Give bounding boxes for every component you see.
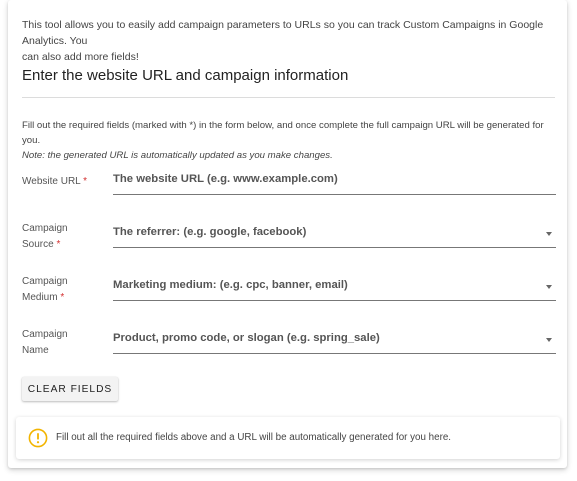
clear-fields-button[interactable]: CLEAR FIELDS [22, 377, 118, 401]
campaign-medium-label: Campaign Medium * [22, 276, 68, 303]
form-instructions: Fill out the required fields (marked wit… [22, 118, 562, 163]
campaign-name-label: Campaign Name [22, 329, 68, 356]
campaign-source-placeholder: The referrer: (e.g. google, facebook) [113, 226, 307, 238]
warning-circle-icon [28, 428, 48, 448]
instructions-text: Fill out the required fields (marked wit… [22, 120, 544, 146]
website-url-input[interactable]: The website URL (e.g. www.example.com) [113, 169, 556, 195]
campaign-source-label: Campaign Source * [22, 223, 68, 250]
alert-message: Fill out all the required fields above a… [56, 432, 451, 443]
intro-text: This tool allows you to easily add campa… [22, 17, 550, 65]
campaign-name-placeholder: Product, promo code, or slogan (e.g. spr… [113, 332, 380, 344]
generated-url-alert: Fill out all the required fields above a… [16, 417, 560, 459]
required-marker: * [83, 176, 88, 187]
section-heading: Enter the website URL and campaign infor… [22, 67, 349, 84]
dropdown-arrow-icon[interactable] [546, 232, 552, 236]
website-url-label: Website URL * [22, 176, 88, 187]
dropdown-arrow-icon[interactable] [546, 338, 552, 342]
campaign-source-combobox[interactable]: The referrer: (e.g. google, facebook) [113, 222, 556, 248]
campaign-medium-placeholder: Marketing medium: (e.g. cpc, banner, ema… [113, 279, 348, 291]
campaign-url-builder-card: This tool allows you to easily add campa… [8, 0, 567, 468]
dropdown-arrow-icon[interactable] [546, 285, 552, 289]
website-url-placeholder: The website URL (e.g. www.example.com) [113, 173, 338, 185]
campaign-medium-combobox[interactable]: Marketing medium: (e.g. cpc, banner, ema… [113, 275, 556, 301]
heading-divider [22, 97, 555, 98]
instructions-note: Note: the generated URL is automatically… [22, 150, 333, 161]
intro-line-2: can also add more fields! [22, 51, 139, 63]
intro-line-1: This tool allows you to easily add campa… [22, 19, 544, 47]
required-marker: * [56, 239, 61, 250]
campaign-name-combobox[interactable]: Product, promo code, or slogan (e.g. spr… [113, 328, 556, 354]
required-marker: * [60, 292, 65, 303]
